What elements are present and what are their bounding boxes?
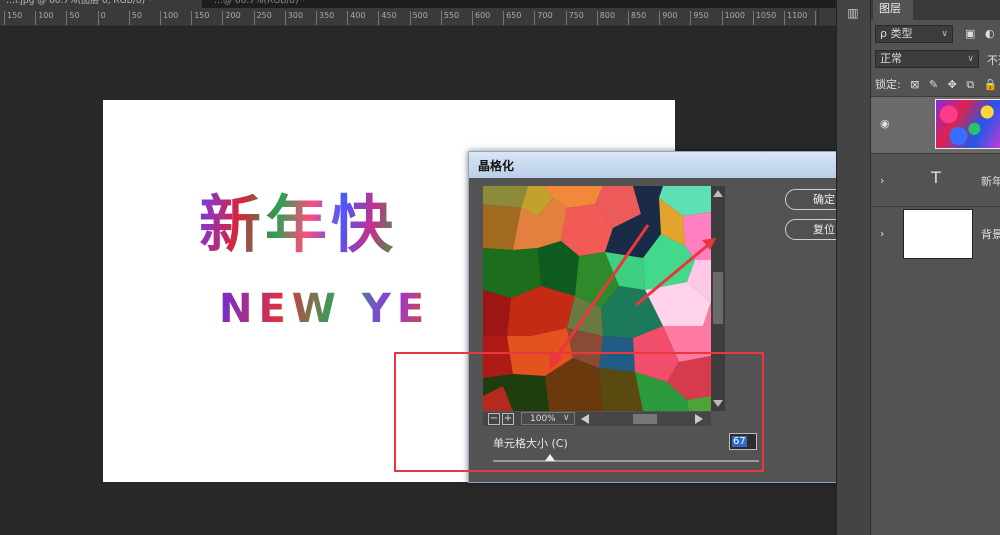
- opacity-label: 不透: [987, 54, 1000, 67]
- scrollbar-thumb[interactable]: [713, 272, 723, 324]
- layer-row-background[interactable]: › 背景: [871, 206, 1000, 263]
- tab-layers[interactable]: 图层: [873, 0, 913, 20]
- adjustment-filter-icon[interactable]: ◐: [985, 27, 995, 40]
- lock-artboard-icon[interactable]: ⧉: [966, 78, 974, 92]
- ruler-tick-label: 100: [35, 11, 53, 25]
- ruler-tick-label: 250: [253, 11, 272, 25]
- ruler-tick-label: 900: [659, 11, 677, 25]
- layer-thumbnail: [903, 209, 973, 259]
- lock-label: 锁定:: [875, 78, 901, 91]
- document-tab-active[interactable]: …l.jpg @ 60.7%(图层 0, RGB/8) *: [0, 0, 202, 8]
- text-layer-icon: T: [931, 168, 941, 187]
- ruler-tick-label: 450: [378, 11, 397, 25]
- panel-tool-strip: ▥: [836, 0, 870, 535]
- ruler-tick-label: 300: [284, 11, 303, 25]
- chevron-down-icon: ∨: [941, 29, 948, 39]
- lock-all-icon[interactable]: 🔒: [984, 78, 998, 91]
- ruler-tick-label: 750: [565, 11, 584, 25]
- layer-name: 新年: [981, 175, 1000, 188]
- document-tab-bar: …l.jpg @ 60.7%(图层 0, RGB/8) * …@ 66.7%(R…: [0, 0, 835, 8]
- layer-filter-row: ρ 类型 ∨ ▣ ◐: [875, 25, 1000, 43]
- ruler-tick-label: 150: [191, 11, 209, 25]
- blend-mode-row: 正常 ∨ 不透: [875, 50, 1000, 68]
- ruler-corner: [818, 8, 836, 26]
- layer-row-text[interactable]: › T 新年: [871, 153, 1000, 210]
- ruler-tick-label: 950: [690, 11, 709, 25]
- ruler-tick-label: 0: [97, 11, 106, 25]
- layer-row-image[interactable]: ◉: [871, 96, 1000, 153]
- layer-filter-value: ρ 类型: [880, 27, 913, 40]
- blend-mode-value: 正常: [880, 52, 902, 65]
- blend-mode-select[interactable]: 正常 ∨: [875, 50, 979, 68]
- lock-image-pixels-icon[interactable]: ✎: [929, 78, 938, 91]
- lock-position-icon[interactable]: ✥: [948, 78, 957, 91]
- ruler-tick-label: 350: [316, 11, 334, 25]
- ruler-tick-label: 50: [66, 11, 80, 25]
- ruler-tick-label: 650: [503, 11, 521, 25]
- ruler-tick-label: 1050: [752, 11, 776, 25]
- ruler-tick-label: 1100: [784, 11, 807, 25]
- image-filter-icon[interactable]: ▣: [965, 27, 975, 40]
- dialog-titlebar[interactable]: 晶格化 ✕: [469, 152, 883, 178]
- panel-tab-bar: 图层: [871, 0, 1000, 20]
- lock-transparent-pixels-icon[interactable]: ⊠: [910, 78, 919, 91]
- ruler-tick-label: 550: [440, 11, 459, 25]
- eye-icon[interactable]: ›: [880, 227, 884, 240]
- canvas-title-english: NEW YE: [219, 286, 431, 332]
- ruler-tick-label: 850: [628, 11, 646, 25]
- ruler-tick-label: 150: [4, 11, 22, 25]
- dialog-title: 晶格化: [478, 159, 515, 173]
- layer-name: 背景: [981, 228, 1000, 241]
- layer-thumbnail: [935, 99, 1000, 149]
- eye-icon[interactable]: ›: [880, 174, 884, 187]
- ruler-tick-label: 700: [534, 11, 553, 25]
- eye-icon[interactable]: ◉: [880, 117, 890, 130]
- lock-row: 锁定: ⊠ ✎ ✥ ⧉ 🔒: [875, 76, 1000, 92]
- scroll-up-arrow-icon[interactable]: [713, 190, 723, 197]
- document-tab-inactive[interactable]: …@ 66.7%(RGB/8) *: [208, 0, 470, 8]
- ruler-tick-label: 200: [222, 11, 241, 25]
- horizontal-ruler: 150 100 50 0 50 100 150 200 250 300 350 400 450 500 55…: [0, 8, 835, 27]
- annotation-highlight-box: [394, 352, 764, 472]
- ruler-tick-label: 400: [347, 11, 365, 25]
- ruler-tick-label: 50: [128, 11, 142, 25]
- ruler-tick-label: 100: [160, 11, 178, 25]
- chevron-down-icon: ∨: [967, 54, 974, 64]
- ruler-tick-label: 1000: [721, 11, 745, 25]
- layers-panel: 图层 ρ 类型 ∨ ▣ ◐ 正常 ∨ 不透 锁定: ⊠ ✎ ✥ ⧉ 🔒 ◉ › …: [870, 0, 1000, 535]
- history-icon[interactable]: ▥: [846, 6, 860, 20]
- canvas-title-chinese: 新年快: [199, 174, 397, 264]
- ruler-tick-label: 600: [472, 11, 490, 25]
- ruler-tick-label: 800: [596, 11, 615, 25]
- ruler-tick-label: 500: [409, 11, 428, 25]
- layer-filter-select[interactable]: ρ 类型 ∨: [875, 25, 953, 43]
